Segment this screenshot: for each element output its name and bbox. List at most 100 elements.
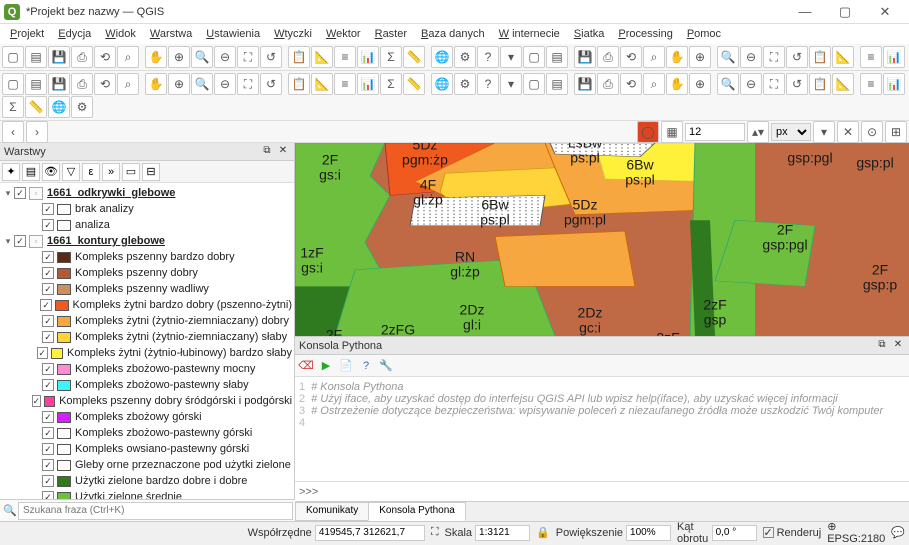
layer-node[interactable]: ✓Kompleks owsiano-pastewny górski [0,441,294,457]
undock-icon[interactable]: ⧉ [260,145,274,159]
menu-item[interactable]: Ustawienia [200,26,266,42]
close-panel-icon[interactable]: ✕ [891,339,905,353]
toolbar-button[interactable]: ⊕ [689,46,711,68]
fontsize-input[interactable] [685,123,745,141]
close-panel-icon[interactable]: ✕ [276,145,290,159]
layer-checkbox[interactable]: ✓ [42,331,54,343]
toolbar-button[interactable]: ⌕ [643,73,665,95]
toolbar-button[interactable]: 🌐 [431,73,453,95]
toolbar-button[interactable]: 📊 [883,46,905,68]
toolbar-button[interactable]: ⊕ [689,73,711,95]
more-icon[interactable]: » [102,163,120,181]
messages-icon[interactable]: 💬 [891,526,905,539]
toolbar-button[interactable]: ↺ [786,73,808,95]
tool-icon[interactable]: ▦ [661,121,683,143]
scale-input[interactable] [475,525,530,541]
crs-button[interactable]: ⊕ EPSG:2180 [827,520,885,545]
remove-icon[interactable]: ⊟ [142,163,160,181]
toolbar-button[interactable]: 📐 [311,73,333,95]
toolbar-button[interactable]: 🔍 [717,46,739,68]
layer-node[interactable]: ▾✓▫1661_odkrywki_glebowe [0,185,294,201]
layer-node[interactable]: ✓Kompleks żytni (żytnio-ziemniaczany) sł… [0,329,294,345]
toolbar-button[interactable]: ▢ [2,73,24,95]
toolbar-button[interactable]: 📐 [832,46,854,68]
maximize-button[interactable]: ▢ [825,1,865,23]
tool-icon[interactable]: ⊞ [885,121,907,143]
clear-icon[interactable]: ⌫ [297,357,315,375]
menu-item[interactable]: Siatka [568,26,611,42]
tool-icon[interactable]: ◯ [637,121,659,143]
layer-checkbox[interactable]: ✓ [42,283,54,295]
editor-icon[interactable]: 📄 [337,357,355,375]
layer-checkbox[interactable]: ✓ [42,475,54,487]
filter-icon[interactable]: ▤ [22,163,40,181]
layer-checkbox[interactable]: ✓ [42,411,54,423]
toolbar-button[interactable]: ▤ [25,46,47,68]
layer-checkbox[interactable]: ✓ [40,299,52,311]
pyconsole-output[interactable]: 1# Konsola Pythona2# Użyj iface, aby uzy… [295,377,909,481]
toolbar-button[interactable]: 📏 [403,46,425,68]
toolbar-button[interactable]: ? [477,73,499,95]
stepper-icon[interactable]: ▴▾ [747,121,769,143]
layer-node[interactable]: ✓Kompleks żytni (żytnio-łubinowy) bardzo… [0,345,294,361]
layer-checkbox[interactable]: ✓ [42,459,54,471]
help-icon[interactable]: ? [357,357,375,375]
toolbar-button[interactable]: 📏 [25,96,47,118]
toolbar-button[interactable]: 🔍 [191,73,213,95]
coord-input[interactable] [315,525,425,541]
toolbar-button[interactable]: ✋ [145,73,167,95]
layer-checkbox[interactable]: ✓ [42,315,54,327]
layer-checkbox[interactable]: ✓ [37,347,48,359]
toolbar-button[interactable]: ⚙ [454,73,476,95]
toolbar-button[interactable]: ≡ [334,46,356,68]
menu-item[interactable]: Pomoc [681,26,727,42]
toolbar-button[interactable]: Σ [380,73,402,95]
tab-konsola[interactable]: Konsola Pythona [368,502,466,521]
toolbar-button[interactable]: ⟲ [620,73,642,95]
menu-item[interactable]: Wektor [320,26,367,42]
minimize-button[interactable]: — [785,1,825,23]
menu-item[interactable]: Raster [369,26,413,42]
toolbar-button[interactable]: ⎙ [71,73,93,95]
layer-tree[interactable]: ▾✓▫1661_odkrywki_glebowe✓brak analizy✓an… [0,183,294,507]
layer-checkbox[interactable]: ✓ [42,267,54,279]
toolbar-button[interactable]: ▢ [2,46,24,68]
toolbar-button[interactable]: ⌕ [117,73,139,95]
menu-item[interactable]: Wtyczki [268,26,318,42]
expr-icon[interactable]: ε [82,163,100,181]
menu-item[interactable]: Projekt [4,26,50,42]
toolbar-button[interactable]: 💾 [48,46,70,68]
mag-input[interactable] [626,525,671,541]
layer-node[interactable]: ✓Użytki zielone bardzo dobre i dobre [0,473,294,489]
close-button[interactable]: ✕ [865,1,905,23]
layer-checkbox[interactable]: ✓ [42,443,54,455]
toolbar-button[interactable]: 📋 [809,73,831,95]
layer-checkbox[interactable]: ✓ [32,395,42,407]
toolbar-button[interactable]: 📏 [403,73,425,95]
toolbar-button[interactable]: ▾ [500,46,522,68]
toolbar-button[interactable]: ⛶ [237,73,259,95]
layer-node[interactable]: ✓Kompleks pszenny wadliwy [0,281,294,297]
layer-checkbox[interactable]: ✓ [42,363,54,375]
toolbar-button[interactable]: ⊖ [214,46,236,68]
layer-checkbox[interactable]: ✓ [14,235,26,247]
layer-node[interactable]: ✓Kompleks zbożowo-pastewny górski [0,425,294,441]
unit-select[interactable]: px [771,123,811,141]
layer-node[interactable]: ✓Kompleks pszenny bardzo dobry [0,249,294,265]
map-canvas[interactable]: 2Fgs:izFl:żp1zFgs:i2Fgs:i2zFGgs:i5Dzpgm:… [295,143,909,336]
layer-node[interactable]: ✓Kompleks żytni (żytnio-ziemniaczany) do… [0,313,294,329]
toolbar-button[interactable]: ? [477,46,499,68]
layer-node[interactable]: ✓Gleby orne przeznaczone pod użytki ziel… [0,457,294,473]
toolbar-button[interactable]: ≡ [860,73,882,95]
toolbar-button[interactable]: Σ [380,46,402,68]
layer-checkbox[interactable]: ✓ [14,187,26,199]
pyconsole-input[interactable]: >>> [295,481,909,501]
toolbar-button[interactable]: ⛶ [237,46,259,68]
menu-item[interactable]: W internecie [493,26,566,42]
toolbar-button[interactable]: 📊 [883,73,905,95]
render-checkbox[interactable]: ✓Renderuj [763,527,822,539]
layer-node[interactable]: ✓Kompleks zbożowo-pastewny słaby [0,377,294,393]
toolbar-button[interactable]: ▢ [523,73,545,95]
toolbar-button[interactable]: 📋 [288,46,310,68]
toolbar-button[interactable]: 📐 [832,73,854,95]
